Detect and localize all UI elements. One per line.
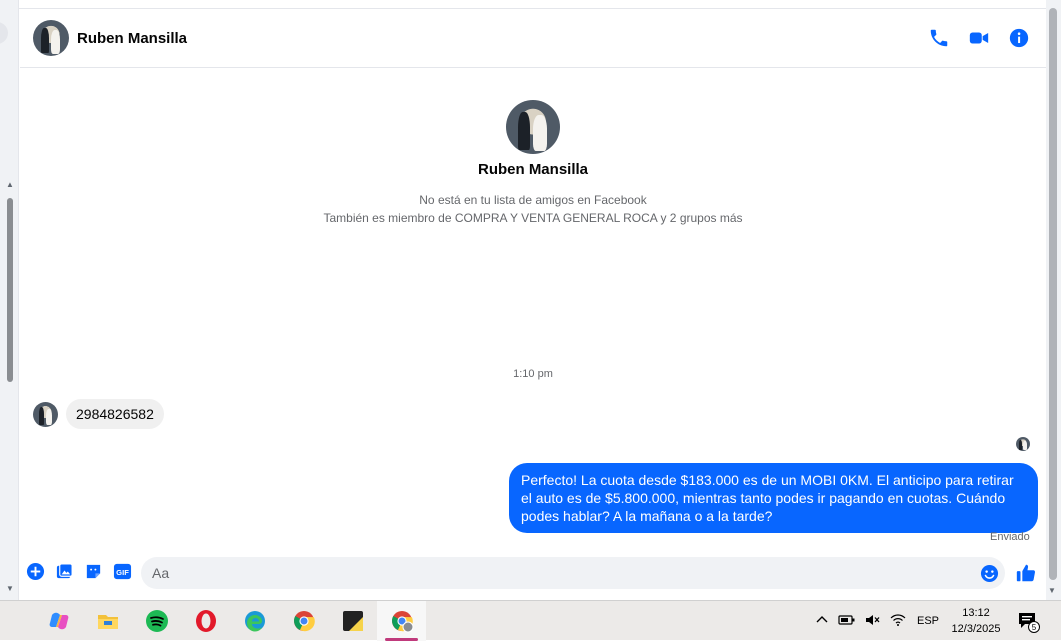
sticker-icon[interactable] [84, 562, 103, 581]
edge-icon[interactable] [230, 601, 279, 641]
language-indicator[interactable]: ESP [917, 615, 939, 627]
clock-date: 12/3/2025 [951, 623, 1001, 635]
chrome-icon[interactable] [279, 601, 328, 641]
sent-status: Enviado [990, 531, 1030, 543]
contact-avatar[interactable] [33, 20, 69, 56]
plus-circle-icon[interactable] [26, 562, 45, 581]
opera-icon[interactable] [181, 601, 230, 641]
gif-icon[interactable]: GIF [113, 562, 132, 581]
message-input[interactable] [141, 557, 1005, 589]
chrome-profile-icon[interactable] [377, 601, 426, 641]
info-icon[interactable] [1008, 27, 1030, 49]
message-composer: GIF [20, 552, 1046, 596]
like-icon[interactable] [1015, 562, 1037, 584]
composer-tools: GIF [26, 562, 132, 581]
sticky-notes-icon[interactable] [328, 601, 377, 641]
contact-name[interactable]: Ruben Mansilla [77, 30, 187, 47]
video-camera-icon[interactable] [968, 27, 990, 49]
scroll-up-arrow-icon[interactable]: ▲ [4, 180, 16, 190]
battery-icon[interactable] [838, 613, 856, 630]
right-scrollbar[interactable]: ▼ [1046, 0, 1061, 600]
notification-count: 5 [1032, 623, 1037, 632]
scroll-thumb[interactable] [7, 198, 13, 382]
taskbar-apps [34, 601, 426, 641]
side-panel-stub [0, 22, 8, 44]
notification-center-icon[interactable]: 5 [1016, 610, 1040, 634]
right-scroll-thumb[interactable] [1049, 8, 1057, 580]
outgoing-message-bubble[interactable]: Perfecto! La cuota desde $183.000 es de … [509, 463, 1038, 533]
not-friends-text: No está en tu lista de amigos en Faceboo… [419, 193, 647, 207]
spotify-icon[interactable] [132, 601, 181, 641]
chevron-up-icon[interactable] [815, 613, 829, 630]
gif-label: GIF [116, 568, 129, 577]
clock[interactable]: 13:12 12/3/2025 [946, 605, 1006, 637]
clock-time: 13:12 [962, 607, 990, 619]
contact-profile-card: Ruben Mansilla No está en tu lista de am… [20, 100, 1046, 227]
windows-taskbar: ESP 13:12 12/3/2025 5 [0, 600, 1061, 641]
system-tray: ESP [815, 601, 939, 641]
message-timestamp: 1:10 pm [513, 368, 553, 380]
copilot-icon[interactable] [34, 601, 83, 641]
left-scrollbar[interactable]: ▲ ▼ [4, 180, 16, 600]
incoming-message-bubble[interactable]: 2984826582 [66, 399, 164, 429]
top-bar [19, 0, 1046, 9]
scroll-down-arrow-icon[interactable]: ▼ [4, 584, 16, 594]
incoming-message-row: 2984826582 [33, 399, 164, 429]
phone-icon[interactable] [928, 27, 950, 49]
image-icon[interactable] [55, 562, 74, 581]
groups-text: También es miembro de COMPRA Y VENTA GEN… [323, 211, 743, 225]
profile-avatar[interactable] [506, 100, 560, 154]
chat-header: Ruben Mansilla [20, 10, 1046, 68]
header-actions [928, 27, 1030, 49]
seen-avatar [1016, 437, 1030, 451]
profile-name[interactable]: Ruben Mansilla [20, 161, 1046, 178]
speaker-muted-icon[interactable] [865, 613, 881, 630]
right-scroll-down-arrow-icon[interactable]: ▼ [1048, 586, 1056, 595]
file-explorer-icon[interactable] [83, 601, 132, 641]
emoji-icon[interactable] [980, 564, 999, 583]
sender-avatar[interactable] [33, 401, 58, 427]
wifi-icon[interactable] [890, 613, 906, 630]
